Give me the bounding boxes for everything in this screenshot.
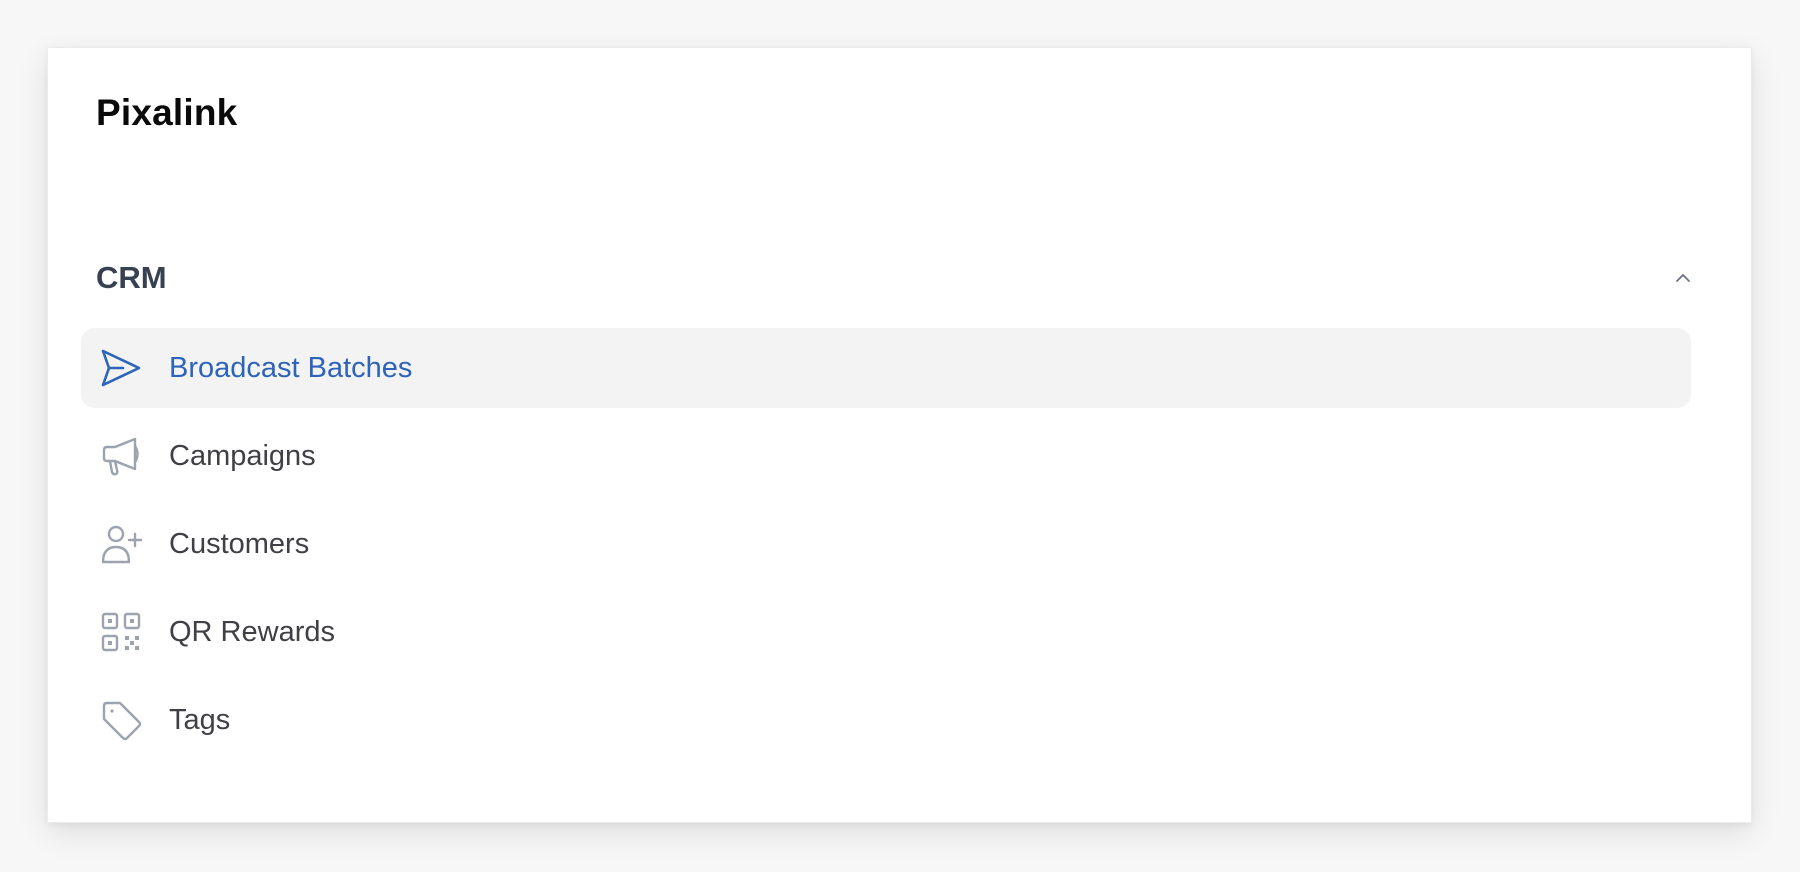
megaphone-icon: [99, 434, 143, 478]
tag-icon: [99, 698, 143, 742]
sidebar-panel: Pixalink CRM Broadcast Batches Campaigns…: [47, 47, 1752, 823]
sidebar-item-label: Tags: [169, 703, 231, 736]
send-icon: [99, 346, 143, 390]
crm-nav-list: Broadcast Batches Campaigns Customers QR…: [81, 328, 1691, 768]
sidebar-item-tags[interactable]: Tags: [81, 680, 1691, 760]
sidebar-item-label: Broadcast Batches: [169, 351, 413, 384]
sidebar-item-campaigns[interactable]: Campaigns: [81, 416, 1691, 496]
group-title: CRM: [96, 260, 167, 295]
sidebar-item-broadcast-batches[interactable]: Broadcast Batches: [81, 328, 1691, 408]
sidebar-item-customers[interactable]: Customers: [81, 504, 1691, 584]
sidebar-item-label: QR Rewards: [169, 615, 335, 648]
brand-name: Pixalink: [96, 92, 238, 133]
sidebar-item-label: Customers: [169, 527, 310, 560]
qr-code-icon: [99, 610, 143, 654]
chevron-up-icon[interactable]: [1672, 267, 1694, 289]
user-plus-icon: [99, 522, 143, 566]
crm-group-header[interactable]: CRM: [96, 256, 1716, 300]
sidebar-item-label: Campaigns: [169, 439, 316, 472]
sidebar-item-qr-rewards[interactable]: QR Rewards: [81, 592, 1691, 672]
